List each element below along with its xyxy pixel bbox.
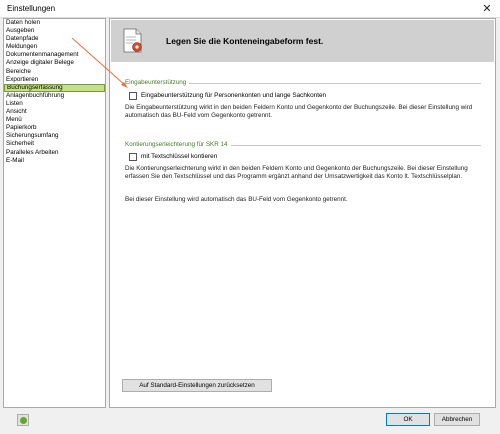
checkbox-label-eingabeunterstuetzung[interactable]: Eingabeunterstützung für Personenkonten … <box>141 92 326 99</box>
sidebar-item-buchungserfassung[interactable]: Buchungserfassung <box>4 83 105 92</box>
document-settings-icon <box>123 28 142 53</box>
cancel-button[interactable]: Abbrechen <box>434 413 480 426</box>
panel-header: Legen Sie die Konteneingabeform fest. <box>111 20 494 62</box>
settings-category-list[interactable]: Daten holen Ausgeben Datenpfade Meldunge… <box>3 18 106 408</box>
sidebar-item-papierkorb[interactable]: Papierkorb <box>4 124 105 132</box>
group-label-eingabeunterstuetzung: Eingabeunterstützung <box>125 79 190 86</box>
sidebar-item-paralleles-arbeiten[interactable]: Paralleles Arbeiten <box>4 149 105 157</box>
description-bu-feld: Bei dieser Einstellung wird automatisch … <box>125 196 348 203</box>
sidebar-item-ansicht[interactable]: Ansicht <box>4 108 105 116</box>
sidebar-item-anzeige-digitaler-belege[interactable]: Anzeige digitaler Belege <box>4 59 105 67</box>
sidebar-item-anlagenbuchfuehrung[interactable]: Anlagenbuchführung <box>4 92 105 100</box>
ok-button[interactable]: OK <box>386 413 430 426</box>
panel-title: Legen Sie die Konteneingabeform fest. <box>166 36 324 46</box>
sidebar-item-bereiche[interactable]: Bereiche <box>4 68 105 76</box>
checkbox-label-textschluessel[interactable]: mit Textschlüssel kontieren <box>141 153 217 160</box>
close-icon[interactable]: ✕ <box>474 0 500 18</box>
sidebar-item-sicherheit[interactable]: Sicherheit <box>4 140 105 148</box>
sidebar-item-meldungen[interactable]: Meldungen <box>4 43 105 51</box>
sidebar-item-email[interactable]: E-Mail <box>4 157 105 165</box>
sidebar-item-dokumentenmanagement[interactable]: Dokumentenmanagement <box>4 51 105 59</box>
sidebar-item-listen[interactable]: Listen <box>4 100 105 108</box>
settings-panel: Legen Sie die Konteneingabeform fest. Ei… <box>109 18 496 408</box>
sidebar-item-ausgeben[interactable]: Ausgeben <box>4 27 105 35</box>
checkbox-eingabeunterstuetzung[interactable] <box>129 92 137 100</box>
description-kontierungserleichterung: Die Kontierungserleichterung wirkt in de… <box>125 165 468 180</box>
help-button[interactable] <box>17 414 29 426</box>
checkbox-textschluessel[interactable] <box>129 153 137 161</box>
description-eingabeunterstuetzung: Die Eingabeunterstützung wirkt in den be… <box>125 104 473 119</box>
reset-defaults-button[interactable]: Auf Standard-Einstellungen zurücksetzen <box>122 379 272 392</box>
sidebar-item-exportieren[interactable]: Exportieren <box>4 76 105 84</box>
help-icon <box>20 417 27 424</box>
group-label-kontierungserleichterung: Kontierungserleichterung für SKR 14 <box>125 141 231 148</box>
sidebar-item-daten-holen[interactable]: Daten holen <box>4 19 105 27</box>
title-bar: Einstellungen ✕ <box>0 0 500 18</box>
sidebar-item-menue[interactable]: Menü <box>4 116 105 124</box>
sidebar-item-datenpfade[interactable]: Datenpfade <box>4 35 105 43</box>
sidebar-item-sicherungsumfang[interactable]: Sicherungsumfang <box>4 132 105 140</box>
window-title: Einstellungen <box>7 4 56 13</box>
